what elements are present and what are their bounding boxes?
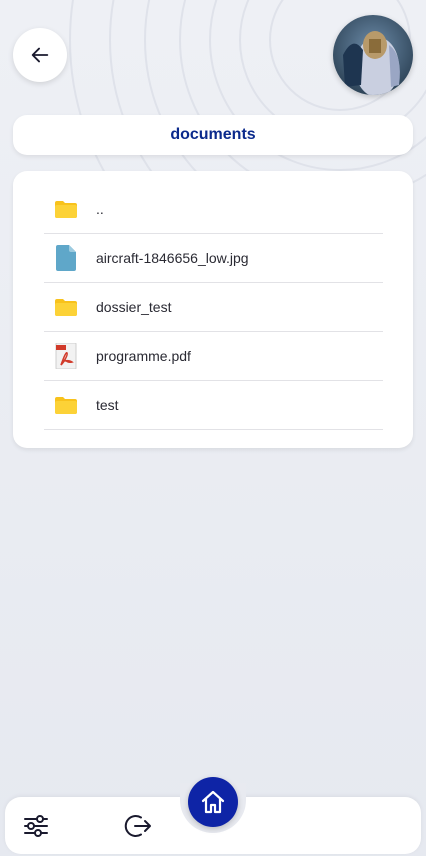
list-item[interactable]: ..: [44, 185, 383, 234]
home-button[interactable]: [188, 777, 238, 827]
file-name: programme.pdf: [96, 348, 191, 364]
list-item[interactable]: aircraft-1846656_low.jpg: [44, 234, 383, 283]
logout-icon: [124, 815, 151, 837]
file-list: .. aircraft-1846656_low.jpg dossier_test…: [44, 185, 383, 430]
list-item[interactable]: dossier_test: [44, 283, 383, 332]
folder-title: documents: [170, 126, 256, 143]
user-avatar-image: [333, 15, 413, 95]
settings-button[interactable]: [22, 812, 50, 840]
folder-title-bar: documents: [13, 115, 413, 155]
pdf-file-icon: [55, 342, 77, 370]
file-name: test: [96, 397, 119, 413]
sliders-icon: [24, 815, 48, 837]
file-list-card: .. aircraft-1846656_low.jpg dossier_test…: [13, 171, 413, 448]
file-name: dossier_test: [96, 299, 172, 315]
folder-icon: [55, 195, 77, 223]
back-button[interactable]: [13, 28, 67, 82]
folder-icon: [55, 391, 77, 419]
folder-icon: [55, 293, 77, 321]
file-name: ..: [96, 201, 104, 217]
home-icon: [201, 790, 225, 814]
file-name: aircraft-1846656_low.jpg: [96, 250, 249, 266]
list-item[interactable]: test: [44, 381, 383, 430]
image-file-icon: [55, 244, 77, 272]
logout-button[interactable]: [124, 811, 152, 841]
list-item[interactable]: programme.pdf: [44, 332, 383, 381]
arrow-left-icon: [31, 47, 49, 63]
avatar[interactable]: [333, 15, 413, 95]
